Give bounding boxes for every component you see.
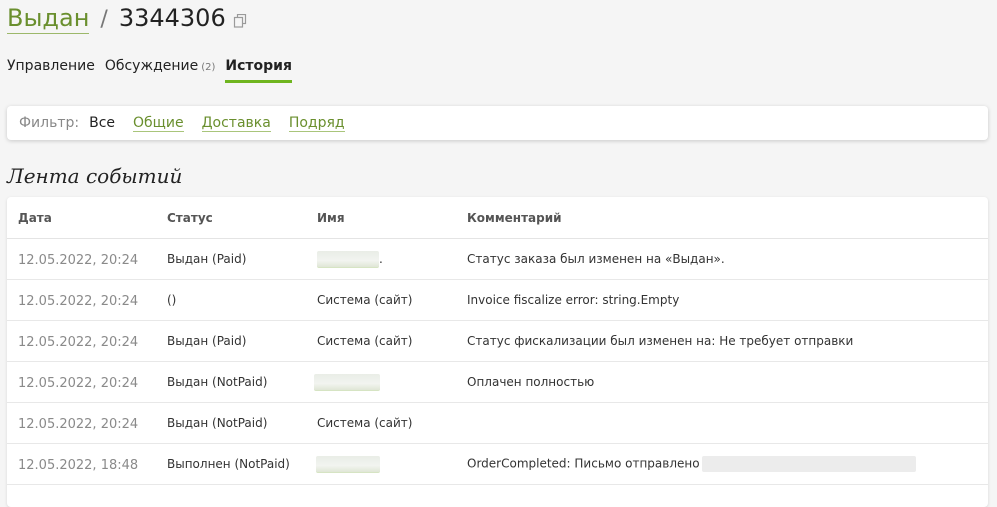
tab-history-label: История bbox=[225, 58, 292, 74]
column-date: Дата bbox=[18, 210, 52, 225]
redacted-email bbox=[701, 456, 916, 472]
row-name: Система (сайт) bbox=[317, 293, 413, 307]
row-name: . bbox=[317, 250, 467, 268]
order-number: 3344306 bbox=[118, 4, 226, 32]
row-status: Выдан (Paid) bbox=[167, 252, 247, 266]
tab-management-label: Управление bbox=[7, 58, 95, 74]
row-comment: Статус заказа был изменен на «Выдан». bbox=[467, 252, 725, 266]
redacted-name bbox=[314, 373, 380, 391]
row-date: 12.05.2022, 20:24 bbox=[18, 294, 139, 309]
row-status: Выполнен (NotPaid) bbox=[167, 457, 290, 471]
table-row: 12.05.2022, 18:48 Выполнен (NotPaid) Ord… bbox=[7, 444, 988, 485]
row-status: Выдан (NotPaid) bbox=[167, 375, 268, 389]
row-name bbox=[316, 455, 467, 473]
tab-discussion[interactable]: Обсуждение (2) bbox=[105, 58, 216, 83]
row-comment: Статус фискализации был изменен на: Не т… bbox=[467, 334, 854, 348]
column-status: Статус bbox=[167, 210, 213, 225]
events-feed-title: Лента событий bbox=[7, 164, 183, 188]
row-status: Выдан (NotPaid) bbox=[167, 416, 268, 430]
events-table: Дата Статус Имя Комментарий 12.05.2022, … bbox=[7, 197, 988, 507]
row-name-text: . bbox=[379, 251, 383, 266]
column-name: Имя bbox=[317, 210, 345, 225]
redacted-name bbox=[317, 250, 379, 268]
table-header: Дата Статус Имя Комментарий bbox=[7, 197, 988, 239]
filter-all[interactable]: Все bbox=[89, 115, 115, 131]
copy-icon[interactable] bbox=[233, 13, 247, 28]
row-date: 12.05.2022, 20:24 bbox=[18, 417, 139, 432]
table-row: 12.05.2022, 20:24 Выдан (Paid) Система (… bbox=[7, 321, 988, 362]
row-date: 12.05.2022, 20:24 bbox=[18, 335, 139, 350]
table-row: 12.05.2022, 20:24 Выдан (NotPaid) Оплаче… bbox=[7, 362, 988, 403]
filter-bar: Фильтр: Все Общие Доставка Подряд bbox=[7, 106, 988, 140]
tab-discussion-label: Обсуждение bbox=[104, 58, 199, 74]
row-status: Выдан (Paid) bbox=[167, 334, 247, 348]
page-header: Выдан / 3344306 bbox=[7, 4, 247, 34]
filter-label: Фильтр: bbox=[19, 115, 80, 131]
tab-bar: Управление Обсуждение (2) История bbox=[7, 58, 302, 83]
filter-delivery[interactable]: Доставка bbox=[201, 115, 271, 132]
tab-management[interactable]: Управление bbox=[7, 58, 95, 83]
order-status-link[interactable]: Выдан bbox=[7, 4, 90, 34]
row-name: Система (сайт) bbox=[317, 334, 413, 348]
table-row: 12.05.2022, 20:24 Выдан (NotPaid) Систем… bbox=[7, 403, 988, 444]
row-date: 12.05.2022, 20:24 bbox=[18, 376, 139, 391]
row-name bbox=[314, 373, 467, 391]
column-comment: Комментарий bbox=[467, 210, 562, 225]
row-comment: Invoice fiscalize error: string.Empty bbox=[467, 293, 680, 307]
title-separator: / bbox=[100, 7, 108, 32]
redacted-name bbox=[316, 455, 380, 473]
table-row: 12.05.2022, 20:24 () Система (сайт) Invo… bbox=[7, 280, 988, 321]
row-status: () bbox=[167, 293, 177, 307]
row-comment-text: OrderCompleted: Письмо отправлено bbox=[467, 456, 700, 471]
table-row: 12.05.2022, 20:24 Выдан (Paid) . Статус … bbox=[7, 239, 988, 280]
filter-contract[interactable]: Подряд bbox=[288, 115, 345, 132]
discussion-count: (2) bbox=[201, 62, 216, 73]
row-date: 12.05.2022, 18:48 bbox=[18, 458, 139, 473]
row-comment: Оплачен полностью bbox=[467, 375, 595, 389]
row-date: 12.05.2022, 20:24 bbox=[18, 253, 139, 268]
filter-general[interactable]: Общие bbox=[133, 115, 184, 132]
row-name: Система (сайт) bbox=[317, 416, 413, 430]
tab-history[interactable]: История bbox=[225, 58, 292, 83]
row-comment: OrderCompleted: Письмо отправлено bbox=[467, 456, 988, 472]
